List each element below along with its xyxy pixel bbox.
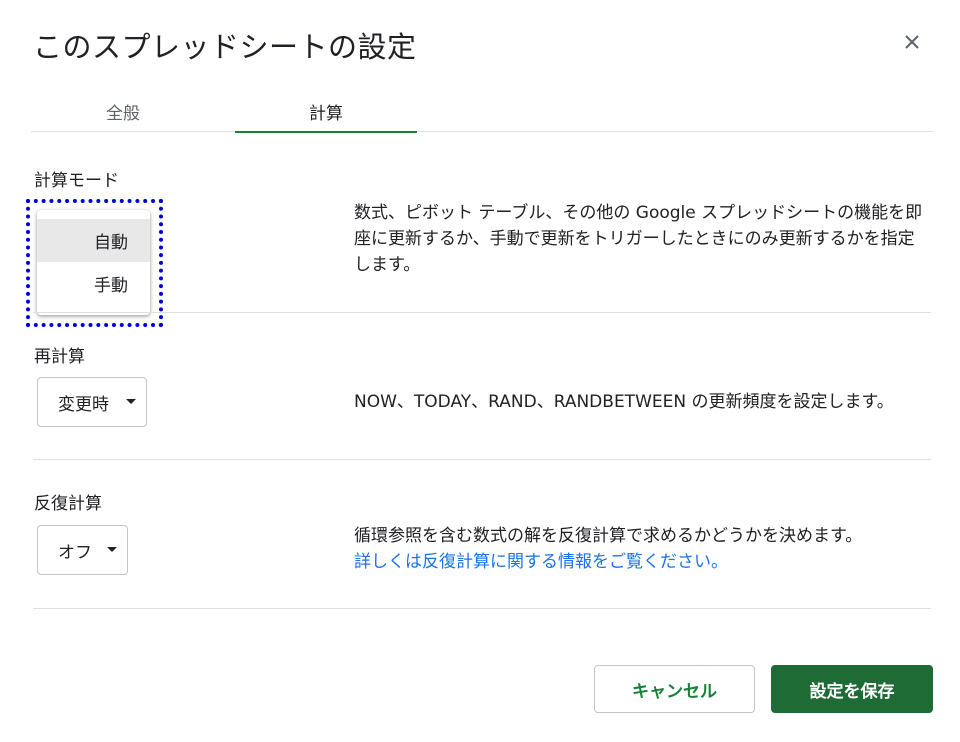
iterative-select[interactable]: オフ: [37, 525, 128, 575]
calc-mode-description: 数式、ピボット テーブル、その他の Google スプレッドシートの機能を即座に…: [354, 203, 923, 275]
iterative-description-text: 循環参照を含む数式の解を反復計算で求めるかどうかを決めます。: [354, 526, 863, 546]
cancel-button[interactable]: キャンセル: [594, 665, 755, 713]
menu-item-manual[interactable]: 手動: [37, 262, 150, 305]
iterative-description: 循環参照を含む数式の解を反復計算で求めるかどうかを決めます。 詳しくは反復計算に…: [354, 523, 934, 575]
dialog-title: このスプレッドシートの設定: [33, 30, 417, 64]
recalculation-label: 再計算: [34, 347, 85, 367]
iterative-help-link[interactable]: 詳しくは反復計算に関する情報をご覧ください。: [354, 552, 728, 572]
calc-mode-menu: 自動 手動: [37, 210, 150, 315]
divider: [33, 312, 931, 313]
tab-general[interactable]: 全般: [31, 90, 215, 132]
tab-calculation[interactable]: 計算: [235, 90, 417, 133]
caret-down-icon: [107, 547, 117, 552]
divider: [33, 459, 931, 460]
caret-down-icon: [126, 399, 136, 404]
recalculation-value: 変更時: [58, 394, 109, 415]
calc-mode-label: 計算モード: [34, 171, 119, 191]
iterative-label: 反復計算: [34, 494, 102, 514]
close-icon[interactable]: [898, 28, 926, 56]
recalculation-select[interactable]: 変更時: [37, 377, 147, 427]
iterative-value: オフ: [58, 542, 92, 563]
menu-item-auto[interactable]: 自動: [37, 219, 150, 262]
divider: [33, 608, 931, 609]
recalculation-description: NOW、TODAY、RAND、RANDBETWEEN の更新頻度を設定します。: [354, 392, 894, 412]
save-settings-button[interactable]: 設定を保存: [771, 665, 933, 713]
tab-bar: 全般 計算: [31, 90, 933, 133]
